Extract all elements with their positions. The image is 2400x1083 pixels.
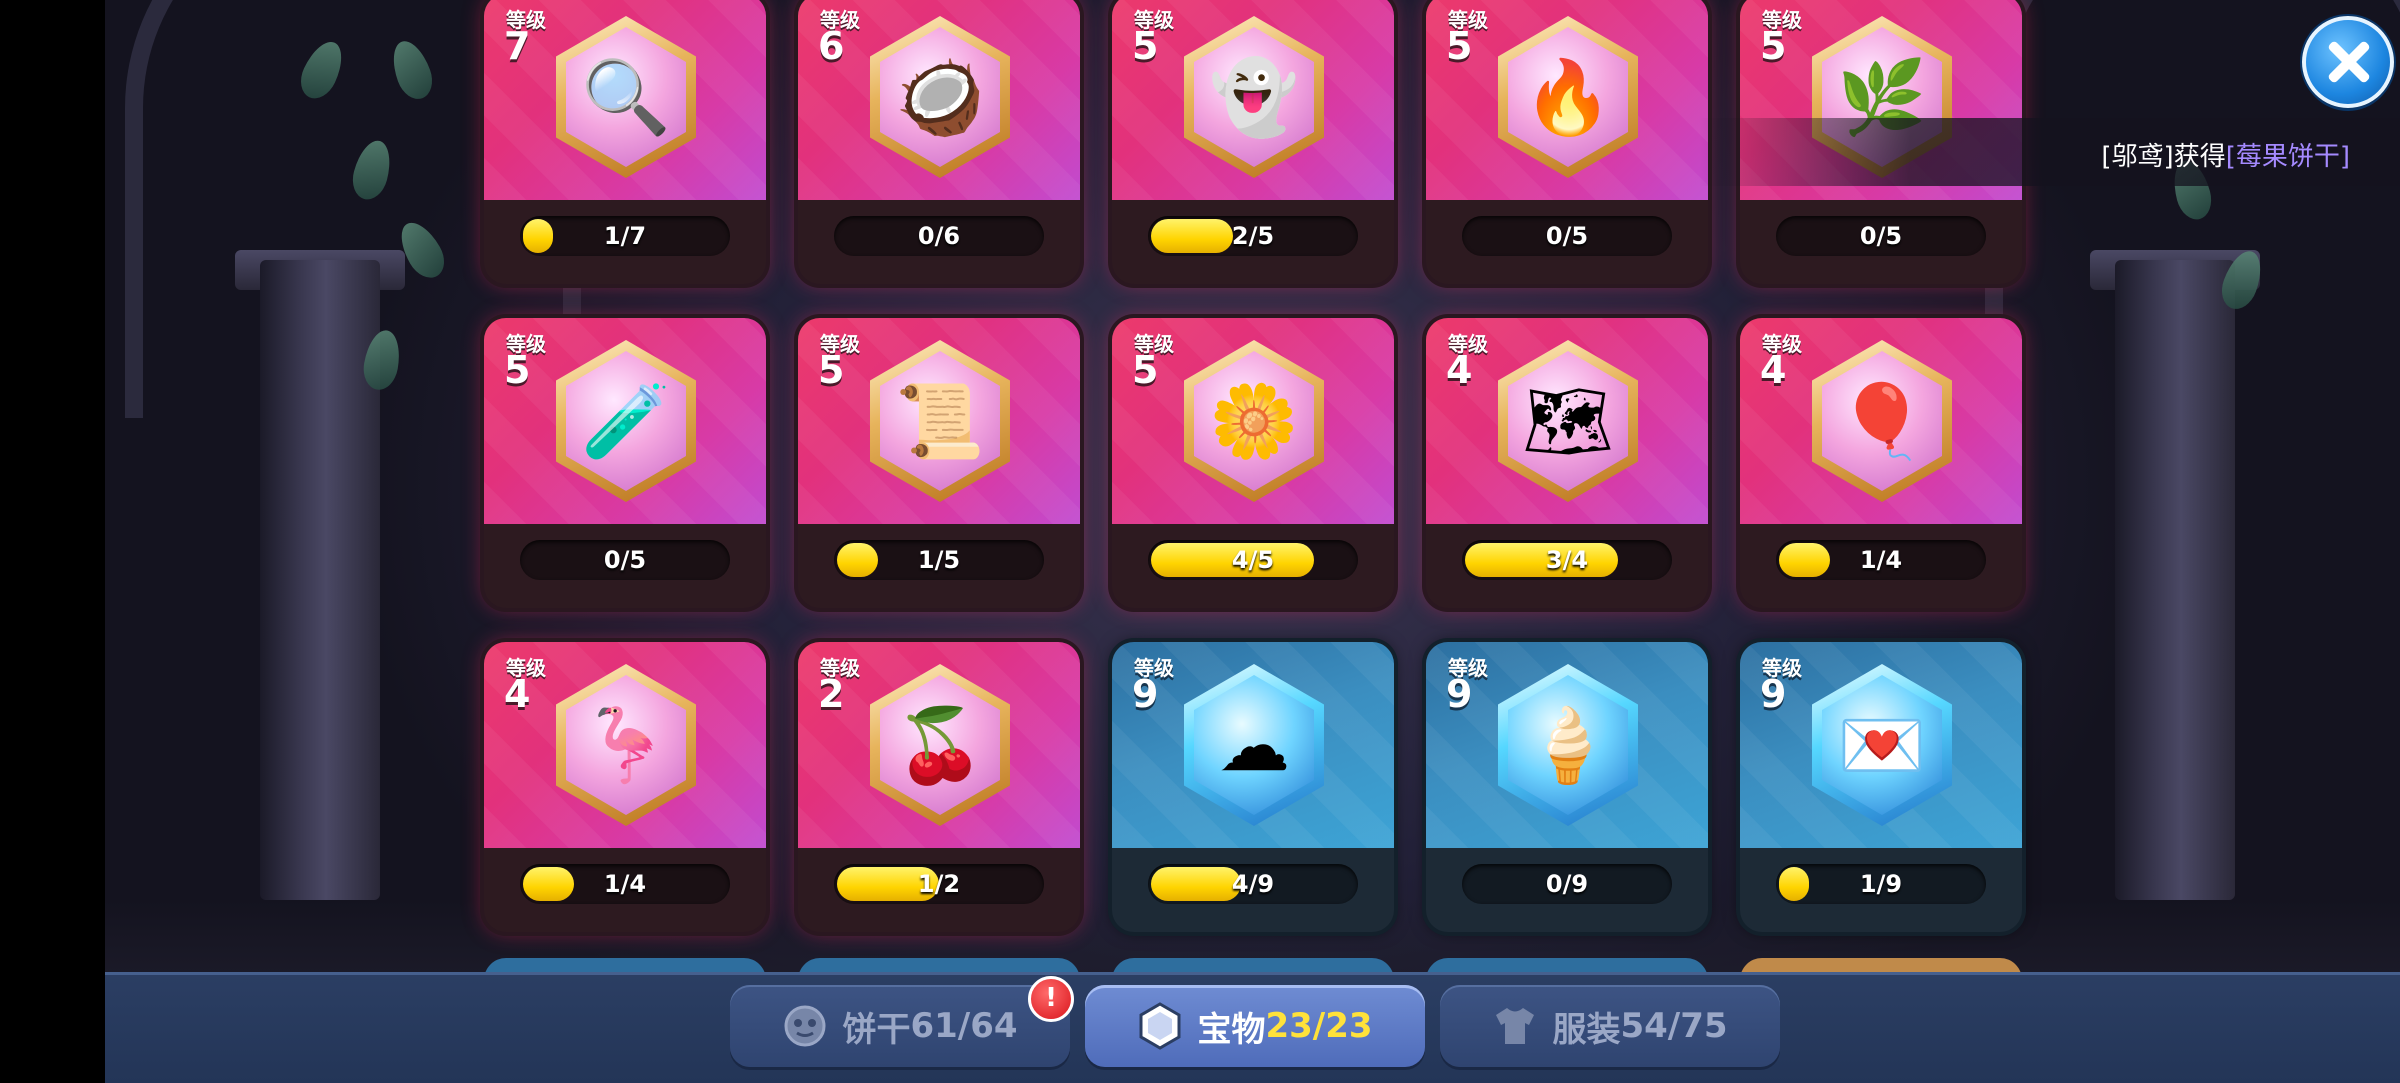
treasure-hexagon-icon: [1137, 1002, 1183, 1050]
coconut-icon: 🥥: [895, 55, 985, 139]
ghost-cat-icon: 👻: [1209, 55, 1299, 139]
cat-balloon-icon: 🎈: [1837, 379, 1927, 463]
pillar-left: [260, 260, 380, 900]
ice-cream-cone-icon: 🍦: [1523, 703, 1613, 787]
new-alert-badge: !: [1028, 976, 1074, 1022]
bottom-tab-bar: 饼干 61/64 宝物 23/23 服装 54/75: [105, 972, 2400, 1083]
flower-wreath-icon: 🌼: [1209, 379, 1299, 463]
level-value: 6: [818, 24, 845, 68]
progress-text: 3/4: [1545, 546, 1589, 574]
treasure-card[interactable]: 等级 5 🧪 0/5: [484, 318, 766, 608]
treasure-card[interactable]: 等级 6 🥥 0/6: [798, 0, 1080, 284]
tab-cookies-count: 61/64: [910, 1006, 1018, 1046]
notice-message: [邬鸢]获得[莓果饼干]: [2101, 136, 2350, 173]
acquisition-notice: [邬鸢]获得[莓果饼干]: [1700, 118, 2400, 186]
upgrade-progress-bar: 1/2: [834, 864, 1044, 904]
flamingo-float-icon: 🦩: [581, 703, 671, 787]
progress-text: 0/6: [917, 222, 961, 250]
progress-text: 1/9: [1859, 870, 1903, 898]
cloud-spirit-icon: ☁: [1218, 703, 1290, 787]
progress-text: 0/9: [1545, 870, 1589, 898]
treasure-card[interactable]: 等级 5 👻 2/5: [1112, 0, 1394, 284]
level-value: 5: [1760, 24, 1787, 68]
berry-icon: 🍒: [895, 703, 985, 787]
upgrade-progress-bar: 1/4: [1776, 540, 1986, 580]
treasure-card[interactable]: 等级 5 📜 1/5: [798, 318, 1080, 608]
upgrade-progress-bar: 0/5: [520, 540, 730, 580]
tab-treasures[interactable]: 宝物 23/23: [1085, 985, 1425, 1067]
upgrade-progress-bar: 0/6: [834, 216, 1044, 256]
upgrade-progress-bar: 0/9: [1462, 864, 1672, 904]
progress-text: 1/2: [917, 870, 961, 898]
tab-costumes-label: 服装: [1552, 1009, 1621, 1050]
flame-crown-icon: 🔥: [1523, 55, 1613, 139]
level-value: 5: [1132, 348, 1159, 392]
progress-text: 4/5: [1231, 546, 1275, 574]
level-value: 4: [504, 672, 531, 716]
scroll-bundle-icon: 📜: [895, 379, 985, 463]
pillar-right: [2115, 260, 2235, 900]
treasure-card[interactable]: 等级 4 🦩 1/4: [484, 642, 766, 932]
progress-text: 1/4: [603, 870, 647, 898]
progress-text: 4/9: [1231, 870, 1275, 898]
level-value: 9: [1446, 672, 1473, 716]
level-value: 5: [818, 348, 845, 392]
treasure-card[interactable]: 等级 4 🎈 1/4: [1740, 318, 2022, 608]
treasure-card[interactable]: 等级 5 🌼 4/5: [1112, 318, 1394, 608]
treasure-card[interactable]: 等级 9 🍦 0/9: [1426, 642, 1708, 932]
level-value: 5: [1132, 24, 1159, 68]
tab-treasures-count: 23/23: [1265, 1006, 1373, 1046]
love-letter-icon: 💌: [1837, 703, 1927, 787]
tab-cookies[interactable]: 饼干 61/64: [730, 985, 1070, 1067]
treasure-map-icon: 🗺: [1522, 379, 1614, 463]
upgrade-progress-bar: 0/5: [1776, 216, 1986, 256]
progress-text: 2/5: [1231, 222, 1275, 250]
treasure-card[interactable]: 等级 4 🗺 3/4: [1426, 318, 1708, 608]
progress-text: 1/5: [917, 546, 961, 574]
treasure-card[interactable]: 等级 9 ☁ 4/9: [1112, 642, 1394, 932]
notice-item-name: [莓果饼干]: [2225, 142, 2350, 172]
shirt-icon: [1492, 1003, 1538, 1049]
level-value: 9: [1760, 672, 1787, 716]
progress-text: 1/7: [603, 222, 647, 250]
progress-text: 0/5: [1859, 222, 1903, 250]
progress-text: 1/4: [1859, 546, 1903, 574]
level-value: 4: [1760, 348, 1787, 392]
level-value: 7: [504, 24, 531, 68]
level-value: 9: [1132, 672, 1159, 716]
upgrade-progress-bar: 3/4: [1462, 540, 1672, 580]
progress-text: 0/5: [603, 546, 647, 574]
treasure-card[interactable]: 等级 5 🔥 0/5: [1426, 0, 1708, 284]
progress-text: 0/5: [1545, 222, 1589, 250]
treasure-card[interactable]: 等级 9 💌 1/9: [1740, 642, 2022, 932]
upgrade-progress-bar: 1/9: [1776, 864, 1986, 904]
tab-costumes-count: 54/75: [1620, 1006, 1728, 1046]
upgrade-progress-bar: 2/5: [1148, 216, 1358, 256]
upgrade-progress-bar: 0/5: [1462, 216, 1672, 256]
upgrade-progress-bar: 4/5: [1148, 540, 1358, 580]
upgrade-progress-bar: 4/9: [1148, 864, 1358, 904]
tab-costumes[interactable]: 服装 54/75: [1440, 985, 1780, 1067]
level-value: 4: [1446, 348, 1473, 392]
level-value: 2: [818, 672, 845, 716]
tab-cookies-label: 饼干: [842, 1009, 911, 1050]
level-value: 5: [1446, 24, 1473, 68]
upgrade-progress-bar: 1/4: [520, 864, 730, 904]
upgrade-progress-bar: 1/5: [834, 540, 1044, 580]
treasure-card[interactable]: 等级 2 🍒 1/2: [798, 642, 1080, 932]
close-button[interactable]: [2302, 16, 2394, 108]
magnifier-icon: 🔍: [581, 55, 671, 139]
notice-text: [邬鸢]获得: [2101, 142, 2226, 172]
upgrade-progress-bar: 1/7: [520, 216, 730, 256]
cookie-face-icon: [782, 1003, 828, 1049]
level-value: 5: [504, 348, 531, 392]
treasure-card[interactable]: 等级 7 🔍 1/7: [484, 0, 766, 284]
magic-potion-icon: 🧪: [581, 379, 671, 463]
tab-treasures-label: 宝物: [1197, 1009, 1266, 1050]
